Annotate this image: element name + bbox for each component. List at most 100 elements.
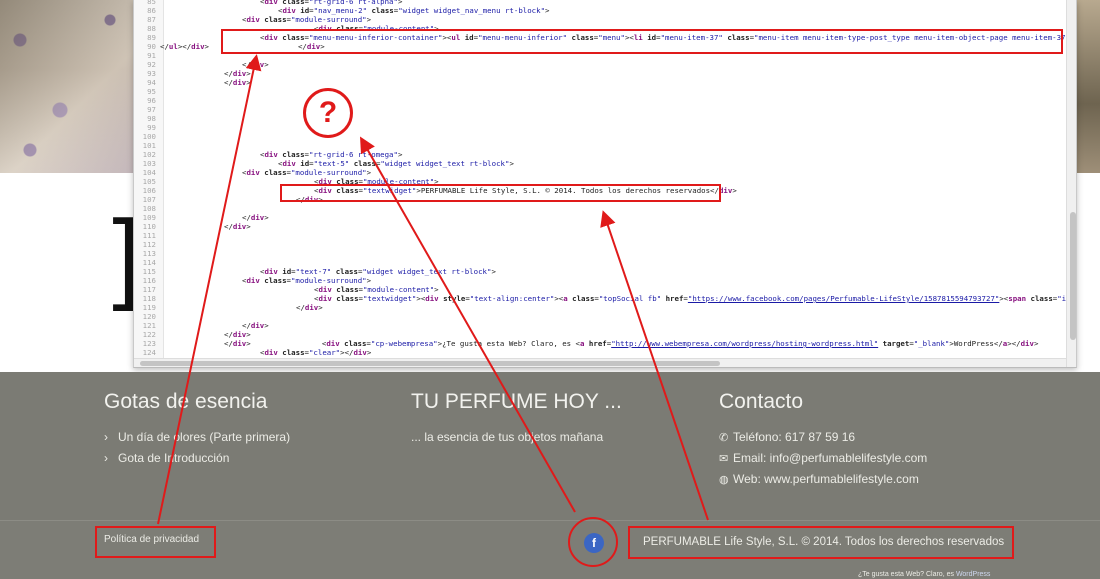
code-line: 86 <div id="nav_menu-2" class="widget wid… <box>134 6 1076 15</box>
line-number: 112 <box>142 240 156 249</box>
footer-title-gotas: Gotas de esencia <box>104 390 268 413</box>
phone-icon: ✆ <box>719 432 729 444</box>
code-line: 88 <div class="module-content"> <box>134 24 1076 33</box>
contact-web[interactable]: ◍ Web: www.perfumablelifestyle.com <box>719 472 919 486</box>
line-number: 87 <box>147 15 156 24</box>
code-line: 91 <box>134 51 1076 60</box>
footer-title-perfume: TU PERFUME HOY ... <box>411 390 622 413</box>
code-line: 94 </div> <box>134 78 1076 87</box>
line-number: 101 <box>142 141 156 150</box>
code-line: 95 <box>134 87 1076 96</box>
code-line: 101 <box>134 141 1076 150</box>
line-number: 88 <box>147 24 156 33</box>
line-number: 106 <box>142 186 156 195</box>
contact-email[interactable]: ✉ Email: info@perfumablelifestyle.com <box>719 451 927 465</box>
vertical-scroll-thumb[interactable] <box>1070 212 1076 340</box>
code-line: 104 <div class="module-surround"> <box>134 168 1076 177</box>
code-line: 122 </div> <box>134 330 1076 339</box>
code-line: 97 <box>134 105 1076 114</box>
code-line: 106 <div class="textwidget">PERFUMABLE Li… <box>134 186 1076 195</box>
line-number: 122 <box>142 330 156 339</box>
line-number: 94 <box>147 78 156 87</box>
code-line: 118 <div class="textwidget"><div style="t… <box>134 294 1076 303</box>
wordpress-credit: ¿Te gusta esta Web? Claro, es WordPress <box>858 571 991 578</box>
code-line: 124 <div class="clear"></div> <box>134 348 1076 357</box>
horizontal-scrollbar[interactable] <box>134 358 1066 367</box>
line-number: 109 <box>142 213 156 222</box>
code-line: 116 <div class="module-surround"> <box>134 276 1076 285</box>
code-line: 108 <box>134 204 1076 213</box>
line-number: 95 <box>147 87 156 96</box>
code-line: 99 <box>134 123 1076 132</box>
code-line: 102 <div class="rt-grid-6 rt-omega"> <box>134 150 1076 159</box>
line-number: 123 <box>142 339 156 348</box>
line-number: 89 <box>147 33 156 42</box>
code-line: 96 <box>134 96 1076 105</box>
code-line: 110 </div> <box>134 222 1076 231</box>
code-line: 111 <box>134 231 1076 240</box>
line-number: 116 <box>142 276 156 285</box>
envelope-icon: ✉ <box>719 453 729 465</box>
line-number: 96 <box>147 96 156 105</box>
line-number: 91 <box>147 51 156 60</box>
line-number: 99 <box>147 123 156 132</box>
code-line: 90 </ul></div> </div> <box>134 42 1076 51</box>
footer-link-gota-introduccion[interactable]: › Gota de Introducción <box>104 451 229 465</box>
line-number: 98 <box>147 114 156 123</box>
line-number: 105 <box>142 177 156 186</box>
code-line: 87 <div class="module-surround"> <box>134 15 1076 24</box>
line-number: 93 <box>147 69 156 78</box>
code-line: 113 <box>134 249 1076 258</box>
code-line: 121 </div> <box>134 321 1076 330</box>
line-number: 120 <box>142 312 156 321</box>
code-line: 92 </div> <box>134 60 1076 69</box>
line-number: 92 <box>147 60 156 69</box>
line-number: 90 <box>147 42 156 51</box>
code-line: 115 <div id="text-7" class="widget widget… <box>134 267 1076 276</box>
line-number: 114 <box>142 258 156 267</box>
code-line: 114 <box>134 258 1076 267</box>
code-line: 117 <div class="module-content"> <box>134 285 1076 294</box>
line-number: 86 <box>147 6 156 15</box>
wordpress-link[interactable]: WordPress <box>956 571 991 578</box>
code-line: 107 </div> <box>134 195 1076 204</box>
line-number: 115 <box>142 267 156 276</box>
chevron-right-icon: › <box>104 430 108 444</box>
code-line: 123 </div> <div class="cp-webempresa">¿Te… <box>134 339 1076 348</box>
globe-icon: ◍ <box>719 474 729 486</box>
footer-tagline: ... la esencia de tus objetos mañana <box>411 430 604 444</box>
chevron-right-icon: › <box>104 451 108 465</box>
line-number: 111 <box>142 231 156 240</box>
privacy-policy-link[interactable]: Política de privacidad <box>104 534 199 545</box>
line-number: 108 <box>142 204 156 213</box>
contact-phone: ✆ Teléfono: 617 87 59 16 <box>719 430 856 444</box>
footer-link-dia-de-olores[interactable]: › Un día de olores (Parte primera) <box>104 430 290 444</box>
line-number: 100 <box>142 132 156 141</box>
copyright-text: PERFUMABLE Life Style, S.L. © 2014. Todo… <box>643 536 1005 548</box>
code-line: 89 <div class="menu-menu-inferior-contain… <box>134 33 1076 42</box>
page-heading-letter: I <box>106 212 136 324</box>
line-number: 102 <box>142 150 156 159</box>
line-number: 121 <box>142 321 156 330</box>
footer-title-contacto: Contacto <box>719 390 804 413</box>
line-number: 113 <box>142 249 156 258</box>
code-line: 100 <box>134 132 1076 141</box>
source-viewer[interactable]: 85 <div class="rt-grid-6 rt-alpha"> 86 <div… <box>133 0 1077 368</box>
code-line: 120 <box>134 312 1076 321</box>
code-line: 105 <div class="module-content"> <box>134 177 1076 186</box>
line-number: 104 <box>142 168 156 177</box>
code-line: 93 </div> <box>134 69 1076 78</box>
line-number: 97 <box>147 105 156 114</box>
facebook-icon[interactable]: f <box>584 533 604 553</box>
vertical-scrollbar[interactable] <box>1066 0 1076 367</box>
code-line: 112 <box>134 240 1076 249</box>
line-number: 107 <box>142 195 156 204</box>
horizontal-scroll-thumb[interactable] <box>140 361 720 366</box>
hero-image-left <box>0 0 135 173</box>
line-number: 110 <box>142 222 156 231</box>
code-line: 109 </div> <box>134 213 1076 222</box>
line-number: 124 <box>142 348 156 357</box>
code-line: 103 <div id="text-5" class="widget widget… <box>134 159 1076 168</box>
line-number: 117 <box>142 285 156 294</box>
code-line: 119 </div> <box>134 303 1076 312</box>
